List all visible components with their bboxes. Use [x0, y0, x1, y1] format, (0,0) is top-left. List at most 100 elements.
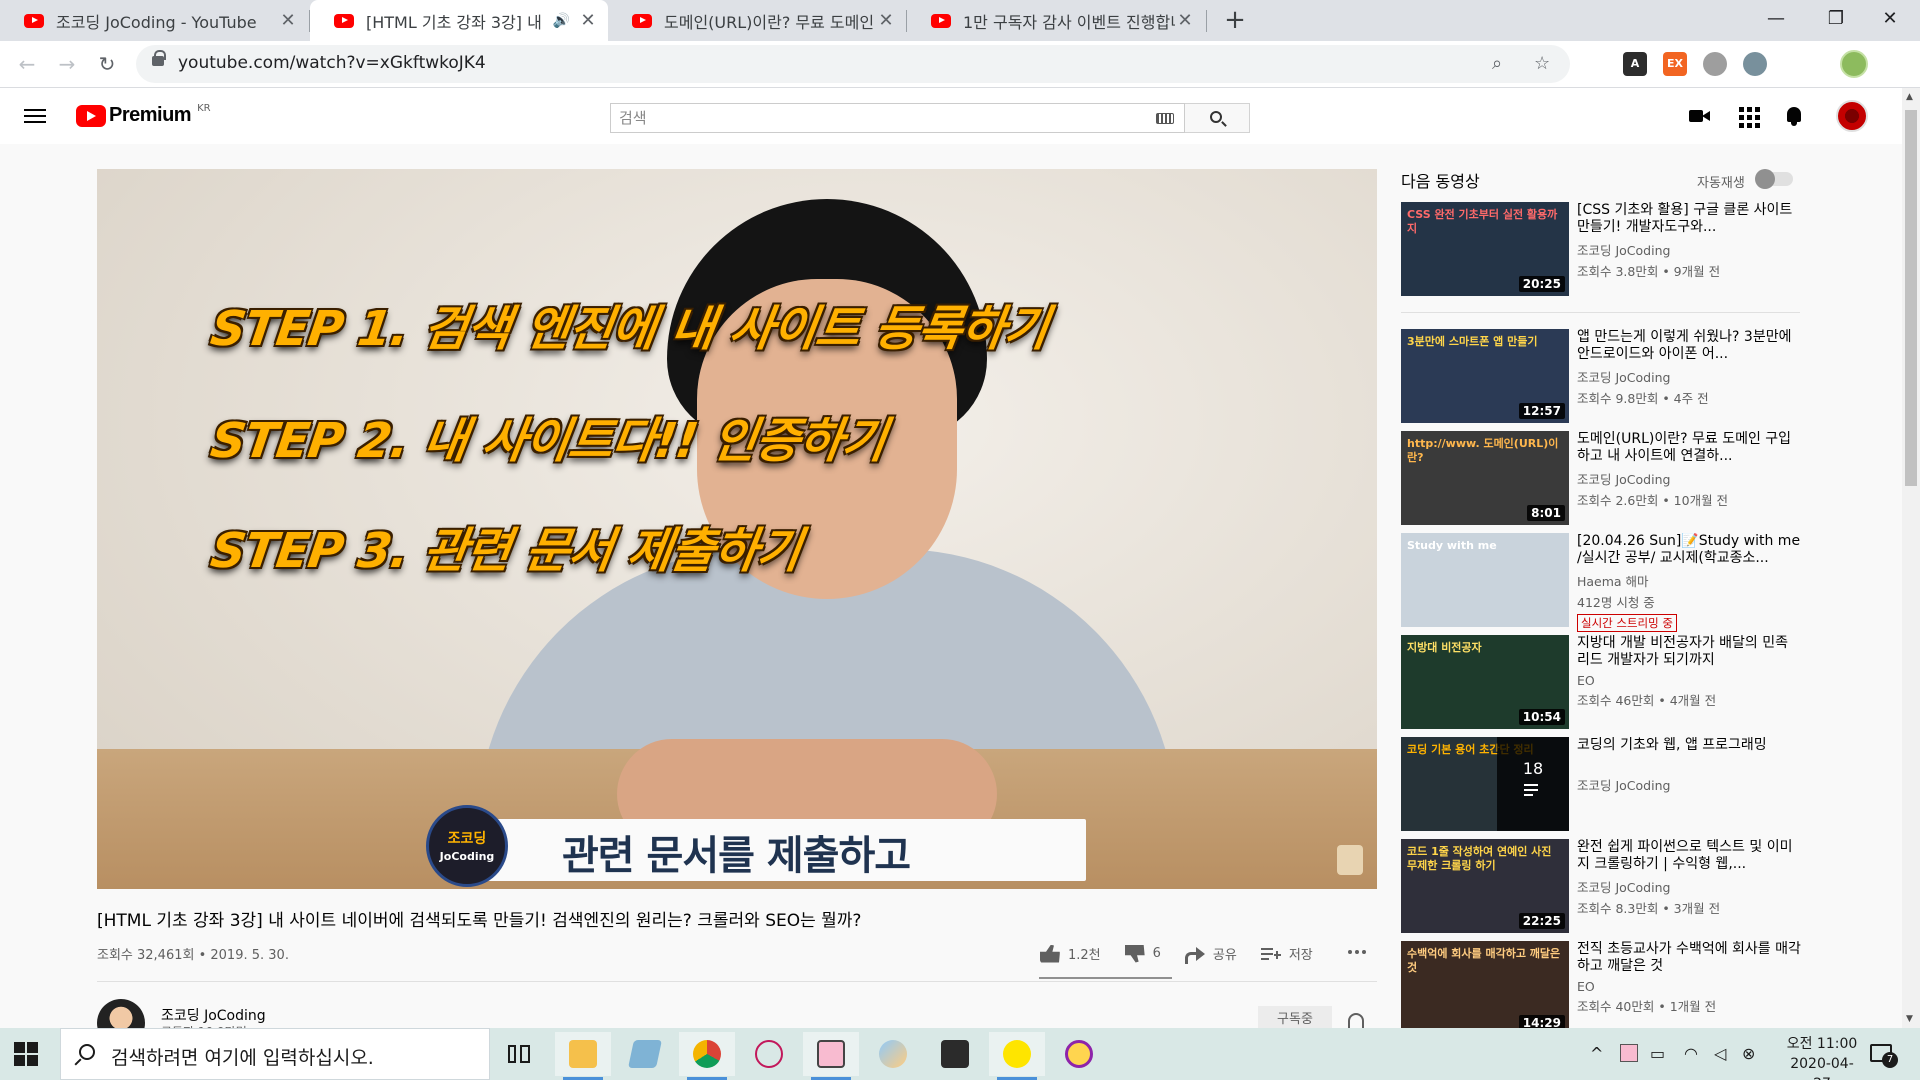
video-views-date: 조회수 32,461회 • 2019. 5. 30. [97, 948, 289, 963]
volume-icon[interactable]: ◁ [1714, 1044, 1726, 1063]
video-duration: 12:57 [1518, 403, 1565, 419]
snipping-tool-app[interactable] [741, 1032, 797, 1076]
taskbar-clock[interactable]: 오전 11:00 2020-04-27 [1782, 1034, 1862, 1080]
recommended-video-title[interactable]: 앱 만드는게 이렇게 쉬웠나? 3분만에 안드로이드와 아이폰 어... [1577, 329, 1801, 363]
tab-title: [HTML 기초 강좌 3강] 내 사이 [366, 12, 547, 32]
paint-app[interactable] [865, 1032, 921, 1076]
recommended-video-title[interactable]: 지방대 개발 비전공자가 배달의 민족 리드 개발자가 되기까지 [1577, 635, 1801, 669]
like-button[interactable]: 1.2천 [1040, 944, 1101, 963]
ime-indicator-icon[interactable]: ⊗ [1742, 1044, 1755, 1063]
taskbar-search-box[interactable]: 검색하려면 여기에 입력하십시오. [60, 1028, 490, 1080]
audio-app[interactable] [1051, 1032, 1107, 1076]
recommended-video[interactable]: 지방대 비전공자 10:54 지방대 개발 비전공자가 배달의 민족 리드 개발자가… [1401, 635, 1821, 729]
minimize-button[interactable]: — [1746, 0, 1806, 41]
forward-button[interactable]: → [50, 47, 84, 81]
folder-icon [569, 1040, 597, 1068]
recommended-video[interactable]: CSS 완전 기초부터 실전 활용까지 20:25 [CSS 기초와 활용] 구글 … [1401, 202, 1821, 296]
video-thumbnail[interactable]: 3분만에 스마트폰 앱 만들기 12:57 [1401, 329, 1569, 423]
maximize-button[interactable]: ❐ [1806, 0, 1866, 41]
reload-button[interactable]: ↻ [90, 47, 124, 81]
file-explorer-app[interactable] [555, 1032, 611, 1080]
video-thumbnail[interactable]: 코드 1줄 작성하여 연예인 사진 무제한 크롤링 하기 22:25 [1401, 839, 1569, 933]
recommended-video-title[interactable]: 도메인(URL)이란? 무료 도메인 구입하고 내 사이트에 연결하... [1577, 431, 1801, 465]
save-button[interactable]: 저장 [1260, 944, 1313, 963]
browser-tab[interactable]: 1만 구독자 감사 이벤트 진행합니 ✕ [907, 0, 1205, 41]
recommended-video[interactable]: 코딩 기본 용어 초간단 정리 18 코딩의 기초와 웹, 앱 프로그래밍 조코딩 J… [1401, 737, 1821, 831]
browser-profile-avatar[interactable] [1840, 50, 1868, 78]
wifi-icon[interactable]: ◠ [1684, 1044, 1698, 1063]
channel-name[interactable]: 조코딩 JoCoding [161, 1005, 266, 1025]
dislike-button[interactable]: 6 [1124, 944, 1161, 963]
keyboard-icon[interactable] [1156, 113, 1174, 124]
battery-icon[interactable]: ▭ [1650, 1044, 1665, 1063]
page-scrollbar[interactable]: ▲ ▼ [1902, 88, 1920, 1028]
video-thumbnail[interactable]: 코딩 기본 용어 초간단 정리 18 [1401, 737, 1569, 831]
windows-start-icon[interactable] [14, 1042, 38, 1066]
scroll-up-arrow-icon[interactable]: ▲ [1906, 92, 1913, 102]
recommended-video-title[interactable]: [20.04.26 Sun]📝Study with me /실시간 공부/ 교시… [1577, 533, 1801, 567]
notifications-bell-icon[interactable] [1782, 104, 1806, 128]
extension-share-icon[interactable] [1703, 52, 1727, 76]
scrollbar-thumb[interactable] [1905, 110, 1917, 486]
recommended-channel-name: EO [1577, 673, 1595, 688]
thumbs-down-icon [1124, 944, 1145, 963]
video-thumbnail[interactable]: http://www. 도메인(URL)이란? 8:01 [1401, 431, 1569, 525]
chrome-app[interactable] [679, 1032, 735, 1080]
audio-playing-icon[interactable]: 🔊 [553, 13, 570, 29]
notification-count-badge: 7 [1882, 1052, 1898, 1068]
video-player[interactable]: STEP 1. 검색 엔진에 내 사이트 등록하기 STEP 2. 내 사이트다… [97, 169, 1377, 889]
lock-icon[interactable] [152, 50, 166, 66]
recommended-video[interactable]: http://www. 도메인(URL)이란? 8:01 도메인(URL)이란? 무… [1401, 431, 1821, 525]
tab-close-icon[interactable]: ✕ [1175, 10, 1195, 31]
sticky-notes-app[interactable] [927, 1032, 983, 1076]
extension-icon[interactable]: A [1623, 52, 1647, 76]
youtube-premium-logo[interactable]: Premium KR [76, 103, 211, 127]
video-thumbnail[interactable]: CSS 완전 기초부터 실전 활용까지 20:25 [1401, 202, 1569, 296]
browser-tab-active[interactable]: [HTML 기초 강좌 3강] 내 사이 🔊 ✕ [310, 0, 608, 41]
clock-time: 오전 11:00 [1786, 1036, 1858, 1052]
search-input[interactable] [611, 104, 1184, 132]
extension-ex-icon[interactable]: EX [1663, 52, 1687, 76]
create-video-icon[interactable] [1687, 104, 1711, 128]
new-tab-button[interactable]: + [1220, 4, 1250, 36]
back-button[interactable]: ← [10, 47, 44, 81]
extension-eye-icon[interactable] [1743, 52, 1767, 76]
recommended-video-title[interactable]: 전직 초등교사가 수백억에 회사를 매각하고 깨달은 것 [1577, 941, 1801, 975]
recommended-video[interactable]: 수백억에 회사를 매각하고 깨달은 것 14:29 전직 초등교사가 수백억에 회사… [1401, 941, 1821, 1035]
recommended-video[interactable]: 3분만에 스마트폰 앱 만들기 12:57 앱 만드는게 이렇게 쉬웠나? 3분만에… [1401, 329, 1821, 423]
tab-close-icon[interactable]: ✕ [278, 10, 298, 31]
apps-grid-icon[interactable] [1736, 104, 1760, 128]
autoplay-toggle[interactable] [1755, 169, 1793, 189]
tab-close-icon[interactable]: ✕ [876, 10, 896, 31]
account-avatar[interactable] [1836, 100, 1868, 132]
task-view-icon[interactable] [508, 1043, 532, 1065]
zoom-icon[interactable]: ⌕ [1492, 53, 1502, 74]
taskbar-app[interactable] [617, 1032, 673, 1076]
recommended-video-title[interactable]: 코딩의 기초와 웹, 앱 프로그래밍 [1577, 737, 1801, 771]
recommended-video[interactable]: Study with me [20.04.26 Sun]📝Study with m… [1401, 533, 1821, 632]
tab-close-icon[interactable]: ✕ [578, 10, 598, 31]
url-text[interactable]: youtube.com/watch?v=xGkftwkoJK4 [178, 53, 486, 73]
scroll-down-arrow-icon[interactable]: ▼ [1906, 1014, 1913, 1024]
video-thumbnail[interactable]: Study with me [1401, 533, 1569, 627]
more-actions-icon[interactable] [1348, 950, 1366, 954]
notification-bell-icon[interactable] [1348, 1013, 1364, 1028]
browser-tab[interactable]: 조코딩 JoCoding - YouTube ✕ [0, 0, 308, 41]
kakaotalk-app[interactable] [989, 1032, 1045, 1080]
video-thumbnail[interactable]: 지방대 비전공자 10:54 [1401, 635, 1569, 729]
menu-icon[interactable] [24, 106, 46, 126]
star-bookmark-icon[interactable]: ☆ [1534, 53, 1550, 74]
recommended-video[interactable]: 코드 1줄 작성하여 연예인 사진 무제한 크롤링 하기 22:25 완전 쉽게 파… [1401, 839, 1821, 933]
drawing-app[interactable] [803, 1032, 859, 1080]
video-thumbnail[interactable]: 수백억에 회사를 매각하고 깨달은 것 14:29 [1401, 941, 1569, 1035]
search-box[interactable] [610, 103, 1185, 133]
tray-app-icon[interactable] [1620, 1044, 1638, 1062]
close-window-button[interactable]: ✕ [1860, 0, 1920, 41]
recommended-video-title[interactable]: 완전 쉽게 파이썬으로 텍스트 및 이미지 크롤링하기 | 수익형 웹,... [1577, 839, 1801, 873]
show-hidden-icons-icon[interactable]: ^ [1590, 1044, 1603, 1063]
search-button[interactable] [1185, 103, 1250, 133]
share-button[interactable]: 공유 [1184, 944, 1237, 964]
recommended-video-title[interactable]: [CSS 기초와 활용] 구글 클론 사이트 만들기! 개발자도구와... [1577, 202, 1801, 236]
address-bar[interactable]: youtube.com/watch?v=xGkftwkoJK4 ☆ ⌕ [136, 45, 1570, 83]
browser-tab[interactable]: 도메인(URL)이란? 무료 도메인 구 ✕ [608, 0, 906, 41]
